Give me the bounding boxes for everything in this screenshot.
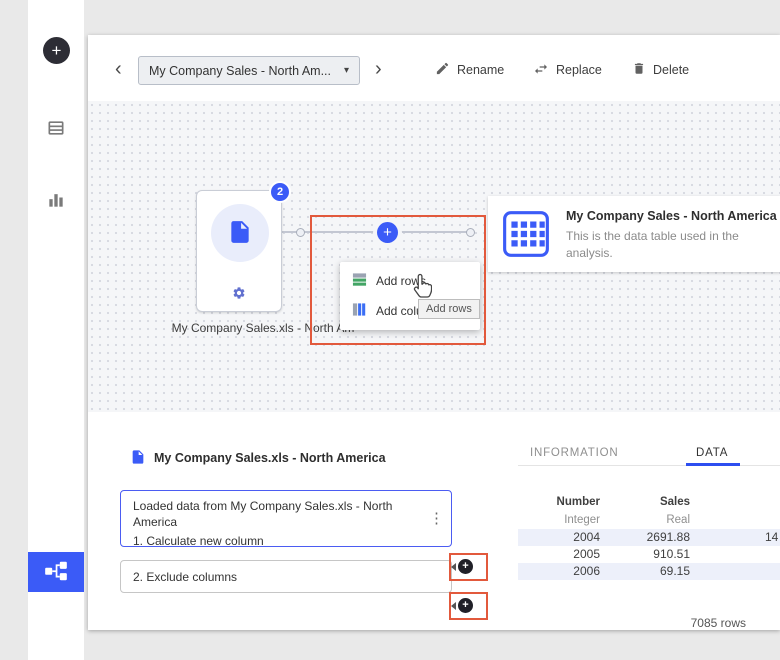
delete-button[interactable]: Delete [632,55,689,85]
column-header: Sales [600,493,690,511]
tooltip: Add rows [418,299,480,319]
plus-icon: + [462,561,468,572]
cell [690,546,780,563]
step-card-exclude-columns[interactable]: 2. Exclude columns [120,560,452,593]
step-count-badge: 2 [269,181,291,203]
rename-label: Rename [457,63,504,77]
replace-button[interactable]: Replace [533,55,602,85]
sidebar: + [28,0,84,660]
connection-line [282,231,470,233]
cell: 69.15 [600,563,690,580]
data-source-node[interactable]: 2 [196,190,282,312]
plus-icon: + [383,224,392,241]
trash-icon [632,61,646,79]
table-type-row: Integer Real [518,511,780,529]
rename-button[interactable]: Rename [435,55,504,85]
next-dataset-button[interactable]: › [375,59,382,79]
data-canvas-nav-active[interactable] [28,552,84,592]
cell: 2004 [518,529,600,546]
cell: 2006 [518,563,600,580]
dataset-dropdown-label: My Company Sales - North Am... [149,64,331,78]
active-tab-underline [686,463,740,466]
insert-step-button[interactable]: + [458,559,473,574]
chevron-down-icon: ▾ [344,65,349,76]
connector-port [296,228,305,237]
table-row: 2004 2691.88 14 [518,529,780,546]
plus-icon: + [52,42,62,59]
source-panel-title: My Company Sales.xls - North America [154,451,386,465]
dataset-dropdown[interactable]: My Company Sales - North Am... ▾ [138,56,360,85]
data-files-icon[interactable] [46,118,66,138]
table-grid-icon [501,209,551,259]
plus-icon: + [462,600,468,611]
replace-label: Replace [556,63,602,77]
final-table-card[interactable]: My Company Sales - North America This is… [488,196,780,272]
add-rows-icon [352,272,367,290]
step-text: 1. Calculate new column [133,533,425,549]
tab-information[interactable]: INFORMATION [530,447,618,459]
data-canvas-page: ‹ My Company Sales - North Am... ▾ › Ren… [88,35,780,630]
previous-dataset-button[interactable]: ‹ [115,59,122,79]
column-type: Integer [518,511,600,529]
final-table-description: This is the data table used in the analy… [566,228,767,263]
connector-port [466,228,475,237]
document-icon [227,219,253,248]
replace-icon [533,61,549,80]
column-header [690,493,780,511]
pencil-icon [435,61,450,79]
hand-cursor-icon [410,273,432,302]
insert-arrow-icon [451,563,456,571]
add-operation-button[interactable]: + [377,222,398,243]
cell [690,563,780,580]
add-button[interactable]: + [43,37,70,64]
add-columns-icon [352,302,367,320]
step-card-loaded-data[interactable]: Loaded data from My Company Sales.xls - … [120,490,452,547]
cell: 910.51 [600,546,690,563]
tab-data[interactable]: DATA [696,447,728,459]
table-row: 2006 69.15 [518,563,780,580]
transformation-gear-icon [232,286,246,303]
row-count: 7085 rows [518,616,746,630]
final-table-title: My Company Sales - North America [566,209,767,223]
cell: 14 [690,529,780,546]
step-text: 2. Exclude columns [133,570,237,584]
data-preview-table: Number Sales Integer Real 2004 2691.88 1… [518,493,780,580]
insert-arrow-icon [451,602,456,610]
kebab-menu-icon[interactable]: ⋮ [429,508,444,528]
visualizations-icon[interactable] [46,190,66,210]
cell: 2691.88 [600,529,690,546]
table-row: 2005 910.51 [518,546,780,563]
cell: 2005 [518,546,600,563]
column-type: Real [600,511,690,529]
insert-step-button[interactable]: + [458,598,473,613]
delete-label: Delete [653,63,689,77]
data-canvas-icon [43,558,69,587]
table-header-row: Number Sales [518,493,780,511]
source-file-icon [130,449,146,468]
column-type [690,511,780,529]
node-avatar [211,204,269,262]
tab-divider [518,465,780,466]
step-text: Loaded data from My Company Sales.xls - … [133,498,425,530]
column-header: Number [518,493,600,511]
